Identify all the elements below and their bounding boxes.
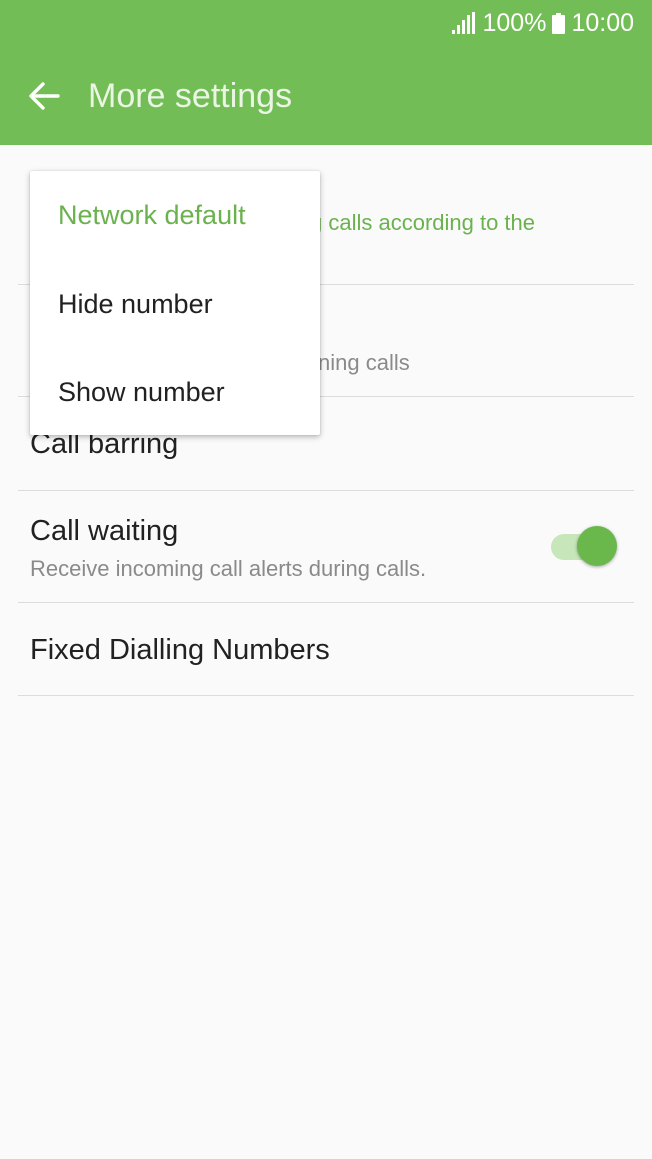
toggle-thumb [577, 526, 617, 566]
back-button[interactable] [22, 70, 68, 122]
popup-option-hide-number[interactable]: Hide number [30, 260, 320, 348]
battery-percent: 100% [482, 8, 547, 37]
call-waiting-title: Call waiting [30, 515, 179, 547]
fixed-dialling-title: Fixed Dialling Numbers [30, 634, 330, 666]
call-waiting-subtitle: Receive incoming call alerts during call… [30, 556, 427, 581]
page-title: More settings [88, 77, 293, 115]
popup-option-network-default[interactable]: Network default [30, 171, 320, 259]
status-time: 10:00 [571, 8, 634, 37]
status-bar: 100% 10:00 [452, 6, 634, 40]
popup-option-show-number[interactable]: Show number [30, 348, 320, 436]
call-waiting-toggle[interactable] [549, 525, 621, 569]
caller-id-subtitle: g calls according to the [310, 210, 536, 235]
signal-icon [452, 12, 476, 34]
arrow-left-icon [29, 82, 60, 110]
app-bar: 100% 10:00 More settings [0, 0, 652, 145]
battery-icon [552, 12, 566, 34]
divider [18, 695, 634, 696]
caller-id-popup-menu: Network default Hide number Show number [30, 171, 320, 435]
settings-row-subtitle: ning calls [318, 350, 410, 375]
